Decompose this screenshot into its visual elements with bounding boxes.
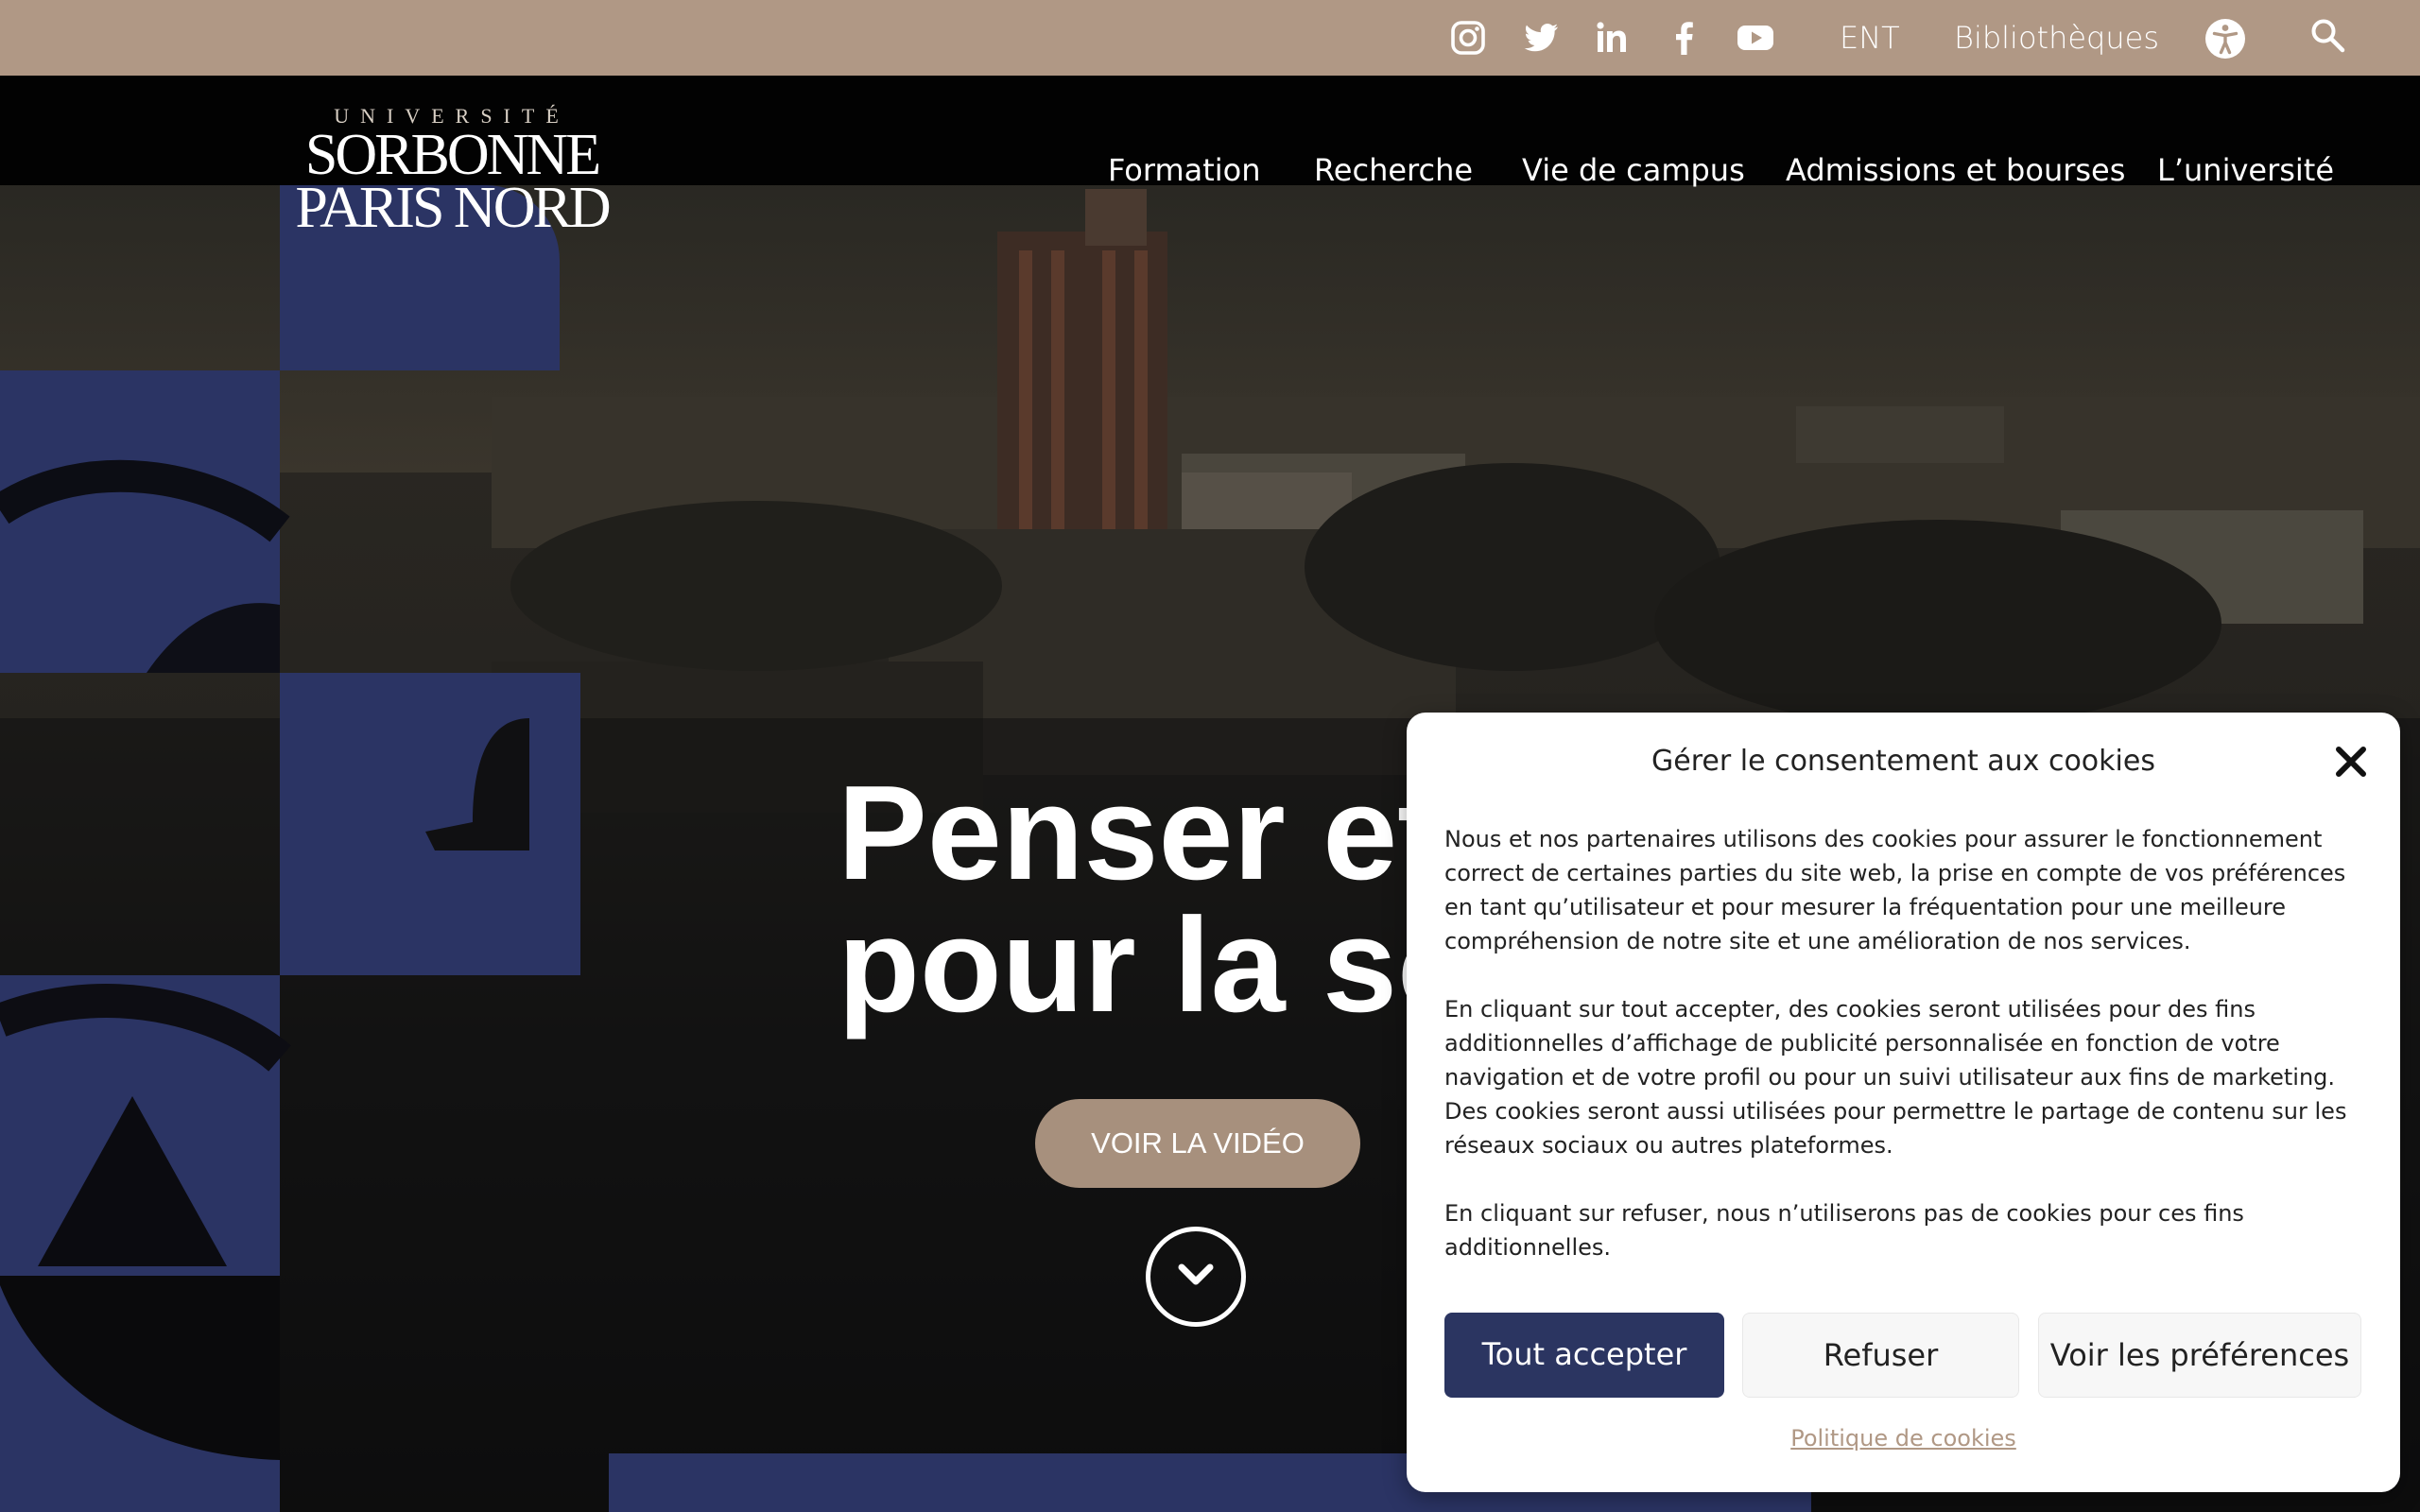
cookie-paragraph: En cliquant sur tout accepter, des cooki… bbox=[1444, 996, 2347, 1159]
view-preferences-button[interactable]: Voir les préférences bbox=[2038, 1313, 2361, 1398]
ent-link[interactable]: ENT bbox=[1840, 17, 1900, 59]
chevron-down-icon bbox=[1178, 1263, 1214, 1285]
cookie-paragraph: Nous et nos partenaires utilisons des co… bbox=[1444, 826, 2346, 954]
university-logo[interactable]: UNIVERSITÉ SORBONNE PARIS NORD bbox=[280, 104, 624, 240]
top-utility-bar: ENT Bibliothèques bbox=[0, 0, 2420, 76]
accept-all-button[interactable]: Tout accepter bbox=[1444, 1313, 1724, 1398]
linkedin-icon[interactable] bbox=[1591, 17, 1633, 59]
refuse-button[interactable]: Refuser bbox=[1742, 1313, 2019, 1398]
cookie-paragraph: En cliquant sur refuser, nous n’utiliser… bbox=[1444, 1200, 2244, 1261]
accessibility-icon[interactable] bbox=[2204, 18, 2246, 60]
twitter-icon[interactable] bbox=[1520, 17, 1562, 59]
nav-item-formation[interactable]: Formation bbox=[1108, 149, 1261, 191]
cookie-consent-dialog: Gérer le consentement aux cookies Nous e… bbox=[1407, 713, 2400, 1492]
facebook-icon[interactable] bbox=[1664, 17, 1705, 59]
close-icon[interactable] bbox=[2332, 743, 2370, 781]
libraries-link[interactable]: Bibliothèques bbox=[1954, 17, 2159, 59]
nav-item-universite[interactable]: L’université bbox=[2157, 149, 2334, 191]
nav-item-vie-de-campus[interactable]: Vie de campus bbox=[1522, 149, 1745, 191]
youtube-icon[interactable] bbox=[1735, 17, 1776, 59]
nav-item-admissions[interactable]: Admissions et bourses bbox=[1786, 149, 2125, 191]
cookie-dialog-title: Gérer le consentement aux cookies bbox=[1651, 745, 2155, 778]
instagram-icon[interactable] bbox=[1447, 17, 1489, 59]
search-icon[interactable] bbox=[2308, 15, 2349, 57]
watch-video-button[interactable]: VOIR LA VIDÉO bbox=[1035, 1099, 1360, 1188]
cookie-policy-link[interactable]: Politique de cookies bbox=[1407, 1421, 2400, 1455]
nav-item-recherche[interactable]: Recherche bbox=[1314, 149, 1473, 191]
logo-line3: PARIS NORD bbox=[295, 176, 609, 231]
scroll-down-button[interactable] bbox=[1146, 1227, 1246, 1327]
cookie-dialog-body: Nous et nos partenaires utilisons des co… bbox=[1444, 822, 2371, 1298]
